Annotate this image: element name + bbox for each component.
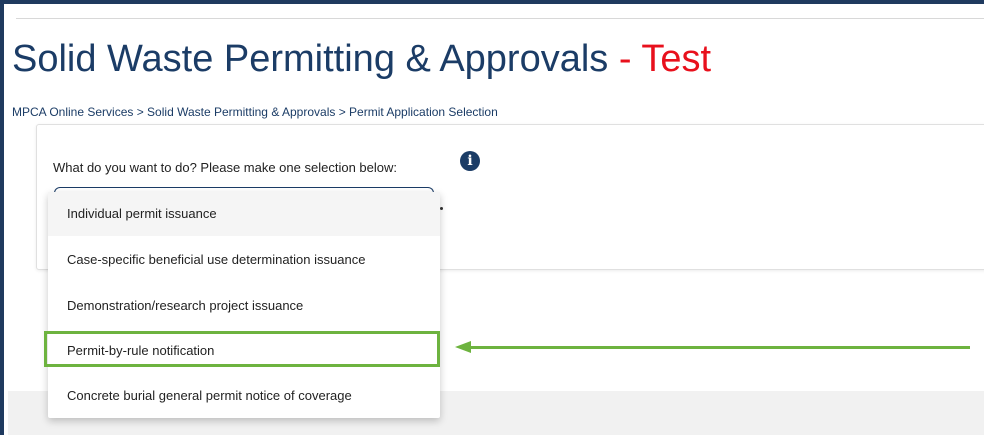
- chevron-down-icon: [440, 207, 443, 210]
- selection-question: What do you want to do? Please make one …: [53, 160, 397, 175]
- breadcrumb[interactable]: MPCA Online Services > Solid Waste Permi…: [12, 105, 498, 119]
- page-title-text: Solid Waste Permitting & Approvals: [12, 38, 609, 80]
- page-title: Solid Waste Permitting & Approvals - Tes…: [12, 34, 711, 84]
- dropdown-menu: Individual permit issuance Case-specific…: [48, 192, 440, 418]
- header-divider: [16, 18, 984, 19]
- arrow-left-icon: [455, 341, 471, 353]
- option-concrete-burial[interactable]: Concrete burial general permit notice of…: [48, 374, 440, 418]
- environment-label-text: Test: [641, 38, 712, 80]
- environment-label: - Test: [608, 38, 711, 80]
- option-demonstration-research[interactable]: Demonstration/research project issuance: [48, 284, 440, 328]
- title-separator: -: [608, 38, 642, 80]
- info-icon[interactable]: i: [460, 151, 480, 171]
- option-individual-permit[interactable]: Individual permit issuance: [48, 192, 440, 236]
- highlight-box: [44, 331, 440, 367]
- pointer-arrow-line: [470, 346, 970, 349]
- option-beneficial-use[interactable]: Case-specific beneficial use determinati…: [48, 238, 440, 282]
